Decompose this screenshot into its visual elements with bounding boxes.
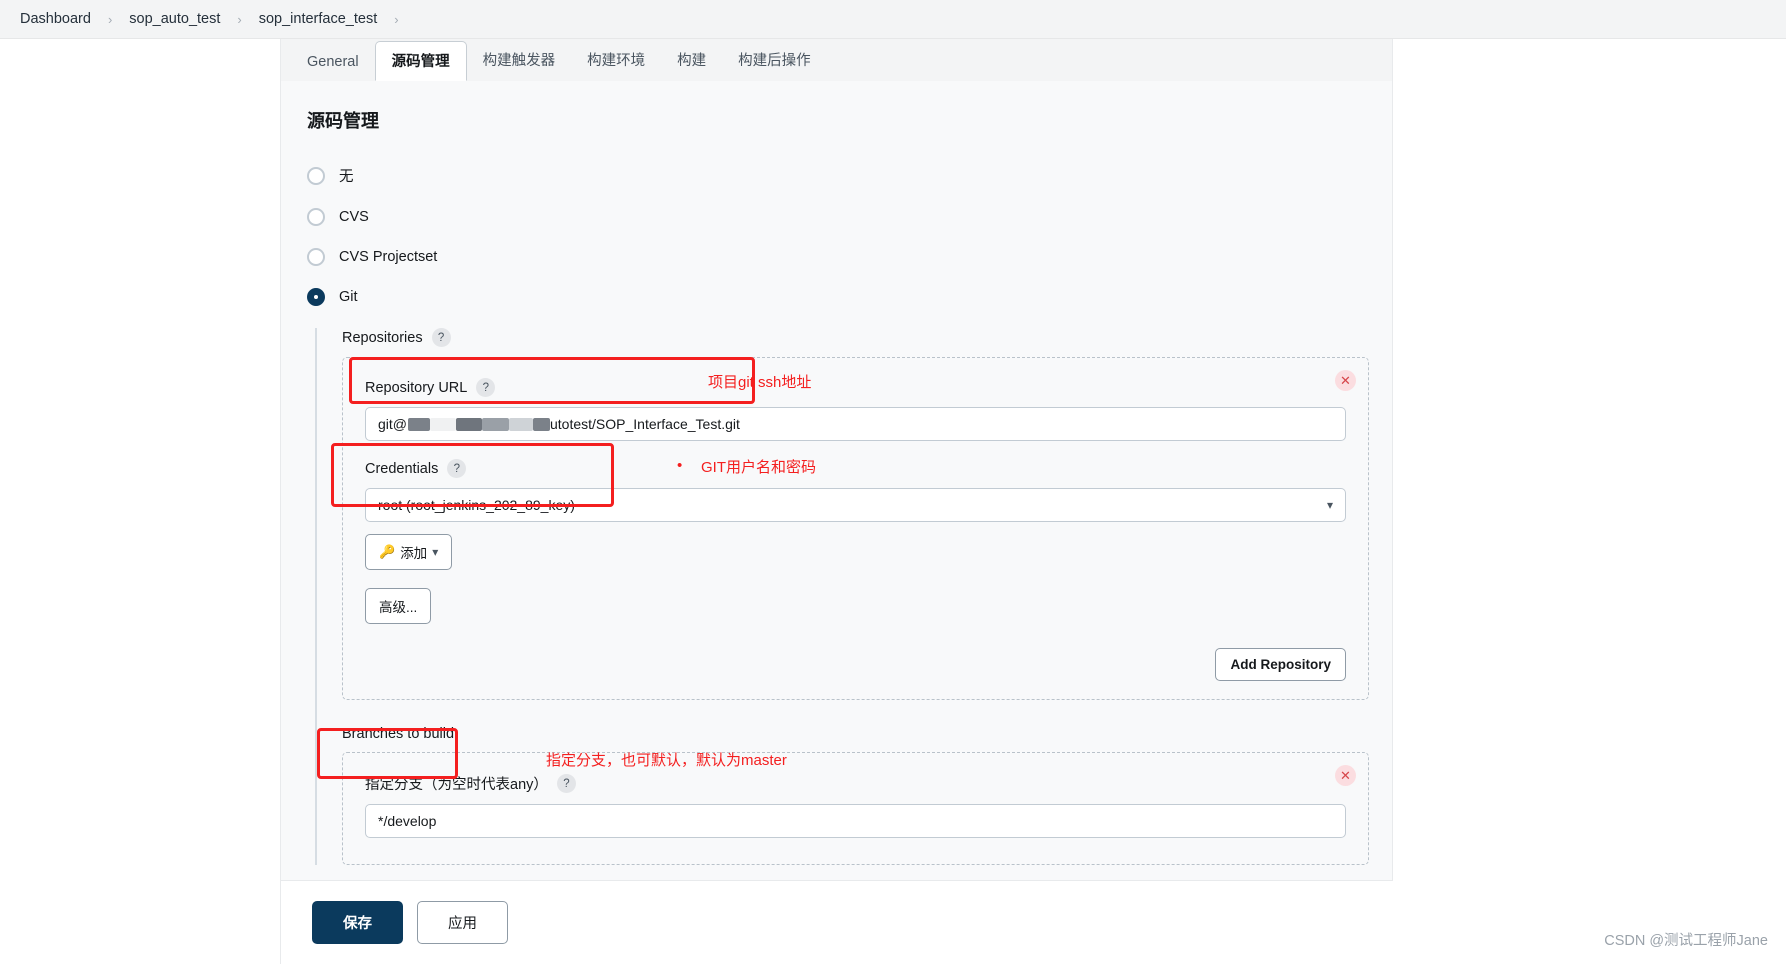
repository-url-label-row: Repository URL ? <box>365 378 1346 397</box>
radio-label: CVS Projectset <box>339 249 438 265</box>
breadcrumb-item-sop-auto-test[interactable]: sop_auto_test <box>125 11 224 27</box>
branches-to-build-label: Branches to build <box>342 726 455 742</box>
repositories-label: Repositories <box>342 329 423 346</box>
tab-build-triggers[interactable]: 构建触发器 <box>467 40 572 79</box>
branch-specifier-input[interactable]: */develop <box>365 804 1346 838</box>
credentials-select-value: root (root_jenkins_202_89_key) <box>378 497 575 513</box>
redaction-bar <box>509 417 533 431</box>
right-gutter <box>1393 39 1786 964</box>
radio-label: Git <box>339 289 358 305</box>
radio-icon[interactable] <box>307 208 325 226</box>
repository-url-input[interactable]: git@ utotest/SOP_Interface_Test.git <box>365 407 1346 441</box>
branch-card: ✕ 指定分支（为空时代表any） ? */develop <box>342 752 1369 865</box>
repository-url-label: Repository URL <box>365 379 468 396</box>
credentials-select[interactable]: root (root_jenkins_202_89_key) ▾ <box>365 488 1346 522</box>
repository-url-value-prefix: git@ <box>378 416 407 432</box>
tab-source-code-management[interactable]: 源码管理 <box>374 41 467 81</box>
radio-option-git[interactable]: Git <box>307 288 1392 306</box>
chevron-down-icon: ▾ <box>1326 498 1333 512</box>
radio-option-cvs[interactable]: CVS <box>307 208 1392 226</box>
breadcrumb-item-dashboard[interactable]: Dashboard <box>16 11 95 27</box>
form-footer: 保存 应用 <box>281 880 1393 964</box>
page-body: General 源码管理 构建触发器 构建环境 构建 构建后操作 源码管理 无 … <box>0 39 1786 964</box>
breadcrumb: Dashboard › sop_auto_test › sop_interfac… <box>0 0 1786 39</box>
git-settings-block: Repositories ? ✕ Repository URL ? git@ ut… <box>315 328 1392 865</box>
breadcrumb-item-sop-interface-test[interactable]: sop_interface_test <box>255 11 382 27</box>
radio-icon[interactable] <box>307 248 325 266</box>
redaction-bar <box>456 417 482 431</box>
redaction-bar <box>408 417 430 431</box>
branch-specifier-label-row: 指定分支（为空时代表any） ? <box>365 773 1346 794</box>
radio-icon[interactable] <box>307 166 325 185</box>
config-tabs: General 源码管理 构建触发器 构建环境 构建 构建后操作 <box>281 39 1392 81</box>
tab-general[interactable]: General <box>291 45 375 79</box>
add-repository-button[interactable]: Add Repository <box>1215 648 1346 681</box>
help-icon[interactable]: ? <box>431 328 451 347</box>
credentials-label: Credentials <box>365 460 439 477</box>
key-icon: 🔑 <box>379 544 396 559</box>
radio-label: 无 <box>339 169 354 185</box>
chevron-down-icon: ▾ <box>432 545 439 559</box>
close-icon[interactable]: ✕ <box>1335 765 1356 786</box>
breadcrumb-separator-icon: › <box>107 11 113 27</box>
watermark: CSDN @测试工程师Jane <box>1604 933 1768 949</box>
radio-label: CVS <box>339 209 369 225</box>
close-icon[interactable]: ✕ <box>1335 370 1356 391</box>
credentials-label-row: Credentials ? <box>365 459 1346 478</box>
branches-to-build-label-row: Branches to build <box>342 726 1392 742</box>
redaction-bar <box>533 417 550 431</box>
tab-build[interactable]: 构建 <box>661 40 722 79</box>
save-button[interactable]: 保存 <box>312 901 403 944</box>
radio-icon-selected[interactable] <box>307 288 325 306</box>
breadcrumb-separator-icon: › <box>394 11 399 27</box>
tab-build-environment[interactable]: 构建环境 <box>571 40 661 79</box>
repository-card: ✕ Repository URL ? git@ utotest/SOP_Inter… <box>342 357 1369 700</box>
help-icon[interactable]: ? <box>476 378 496 397</box>
left-gutter <box>0 39 280 964</box>
advanced-button[interactable]: 高级... <box>365 588 432 624</box>
help-icon[interactable]: ? <box>447 459 467 478</box>
branch-specifier-label: 指定分支（为空时代表any） <box>365 777 548 793</box>
apply-button[interactable]: 应用 <box>417 901 508 944</box>
repository-url-value-suffix: utotest/SOP_Interface_Test.git <box>550 416 740 432</box>
help-icon[interactable]: ? <box>556 774 576 793</box>
radio-option-none[interactable]: 无 <box>307 165 1392 186</box>
redaction-bar <box>430 417 456 431</box>
page-title: 源码管理 <box>307 111 379 131</box>
breadcrumb-separator-icon: › <box>237 11 242 27</box>
radio-option-cvs-projectset[interactable]: CVS Projectset <box>307 248 1392 266</box>
add-credentials-button[interactable]: 🔑 添加 ▾ <box>365 534 453 570</box>
scm-form: 源码管理 无 CVS CVS Projectset Git Repositori <box>281 81 1392 924</box>
repositories-label-row: Repositories ? <box>342 328 1392 347</box>
configuration-panel: General 源码管理 构建触发器 构建环境 构建 构建后操作 源码管理 无 … <box>280 39 1393 964</box>
redaction-bar <box>482 417 509 431</box>
tab-post-build-actions[interactable]: 构建后操作 <box>722 40 827 79</box>
add-credentials-label: 添加 <box>400 546 428 561</box>
